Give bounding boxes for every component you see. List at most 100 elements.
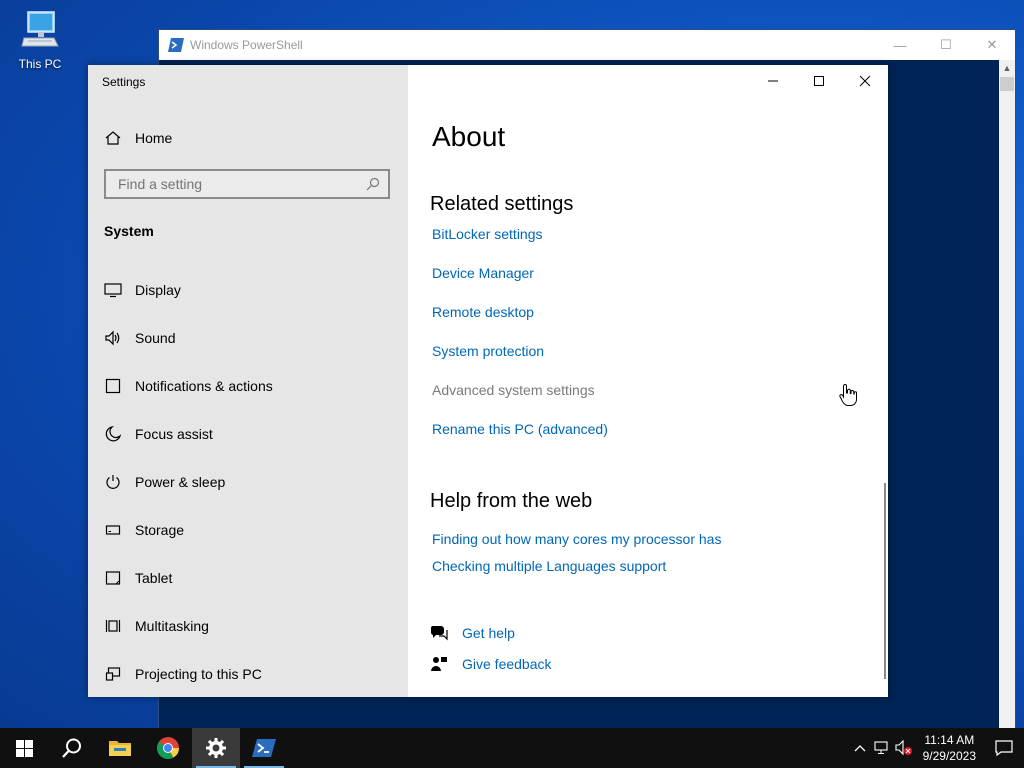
taskbar-file-explorer[interactable] [96,728,144,768]
sidebar-item-notifications[interactable]: Notifications & actions [88,366,408,406]
sidebar-item-label: Multitasking [135,618,209,634]
multitasking-icon [103,616,123,636]
volume-tray-button[interactable] [893,728,915,768]
search-box[interactable] [104,169,390,199]
taskbar-settings[interactable] [192,728,240,768]
network-tray-button[interactable] [871,728,893,768]
sidebar-item-label: Storage [135,522,185,538]
settings-content: About Related settings BitLocker setting… [408,65,888,697]
sidebar-item-label: Focus assist [135,426,213,442]
network-icon [874,741,888,754]
hand-cursor-icon [839,383,857,406]
sidebar-item-display[interactable]: Display [88,270,408,310]
powershell-title: Windows PowerShell [190,38,303,52]
remote-desktop-link[interactable]: Remote desktop [432,304,534,320]
display-icon [103,280,123,300]
this-pc-desktop-icon[interactable]: This PC [12,8,68,71]
minimize-icon [768,80,778,82]
give-feedback-label: Give feedback [462,656,552,672]
start-button[interactable] [0,728,48,768]
search-icon[interactable] [366,177,380,191]
system-protection-link[interactable]: System protection [432,343,544,359]
ps-minimize-button[interactable]: — [877,30,923,60]
search-input[interactable] [116,175,360,193]
home-icon [103,128,123,148]
taskbar-chrome[interactable] [144,728,192,768]
get-help-link[interactable]: Get help [430,624,515,642]
search-icon [62,738,81,758]
file-explorer-icon [109,741,131,756]
advanced-system-settings-link[interactable]: Advanced system settings [432,382,595,398]
settings-icon [206,738,226,758]
maximize-button[interactable] [796,65,842,97]
sidebar-item-sound[interactable]: Sound [88,318,408,358]
sidebar-item-multitasking[interactable]: Multitasking [88,606,408,646]
close-icon [859,75,871,87]
sidebar-item-label: Display [135,282,181,298]
clock[interactable]: 11:14 AM 9/29/2023 [923,732,976,764]
help-link-languages[interactable]: Checking multiple Languages support [432,558,666,574]
page-title: About [432,121,506,152]
minimize-button[interactable] [750,65,796,97]
this-pc-label: This PC [18,57,62,71]
help-link-cores[interactable]: Finding out how many cores my processor … [432,531,721,547]
content-scrollbar[interactable] [884,483,886,679]
clock-date: 9/29/2023 [922,749,976,763]
ps-scrollbar[interactable]: ▲ [999,60,1015,729]
scroll-thumb[interactable] [1000,77,1014,91]
give-feedback-link[interactable]: Give feedback [430,655,552,673]
maximize-icon [814,76,824,86]
powershell-titlebar[interactable]: Windows PowerShell — ☐ ✕ [159,30,1015,60]
close-button[interactable] [842,65,888,97]
action-center-icon [995,740,1013,756]
section-label: System [104,223,154,239]
settings-app-title: Settings [102,75,146,89]
sidebar-item-home[interactable]: Home [88,118,408,158]
notification-icon [103,376,123,396]
sidebar-item-label: Notifications & actions [135,378,273,394]
sidebar-item-label: Projecting to this PC [135,666,262,682]
sidebar-item-storage[interactable]: Storage [88,510,408,550]
chat-help-icon [430,626,448,641]
help-from-web-heading: Help from the web [430,490,593,512]
clock-time: 11:14 AM [924,733,975,747]
computer-icon [21,11,59,47]
system-tray: 11:14 AM 9/29/2023 [849,728,1024,768]
sidebar-item-projecting[interactable]: Projecting to this PC [88,654,408,694]
tablet-icon [103,568,123,588]
sidebar-item-label: Power & sleep [135,474,226,490]
ps-maximize-button[interactable]: ☐ [923,30,969,60]
power-icon [103,472,123,492]
taskbar-search-button[interactable] [48,728,96,768]
bitlocker-settings-link[interactable]: BitLocker settings [432,226,543,242]
moon-icon [103,424,123,444]
show-hidden-icons-button[interactable] [849,728,871,768]
sidebar-item-label: Tablet [135,570,173,586]
sidebar-item-tablet[interactable]: Tablet [88,558,408,598]
volume-muted-icon [895,740,912,756]
chevron-up-icon [854,745,866,752]
sidebar-item-label: Sound [135,330,176,346]
rename-pc-link[interactable]: Rename this PC (advanced) [432,421,608,437]
device-manager-link[interactable]: Device Manager [432,265,534,281]
sidebar-item-focus-assist[interactable]: Focus assist [88,414,408,454]
ps-close-button[interactable]: ✕ [969,30,1015,60]
powershell-icon [252,739,276,757]
chrome-icon [157,737,179,759]
home-label: Home [135,130,173,146]
taskbar-powershell[interactable] [240,728,288,768]
get-help-label: Get help [462,625,515,641]
related-settings-heading: Related settings [430,193,574,215]
taskbar: 11:14 AM 9/29/2023 [0,728,1024,768]
powershell-icon [168,38,184,52]
projecting-icon [103,664,123,684]
speaker-icon [103,328,123,348]
settings-window[interactable]: Settings Home System Display So [88,65,888,697]
start-icon [15,739,33,757]
action-center-button[interactable] [984,728,1024,768]
feedback-icon [431,657,447,671]
settings-sidebar: Settings Home System Display So [88,65,408,697]
sidebar-item-power-sleep[interactable]: Power & sleep [88,462,408,502]
scroll-up-icon[interactable]: ▲ [999,60,1015,77]
storage-icon [103,520,123,540]
